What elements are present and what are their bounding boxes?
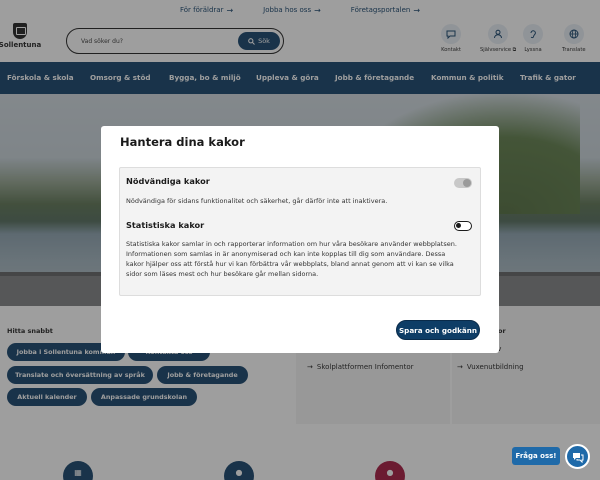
chat-button[interactable]: Fråga oss! (512, 447, 560, 465)
statistics-cookies-heading: Statistiska kakor (126, 220, 205, 230)
necessary-cookies-toggle (454, 178, 472, 188)
necessary-cookies-text: Nödvändiga för sidans funktionalitet och… (126, 197, 388, 205)
necessary-cookies-heading: Nödvändiga kakor (126, 176, 210, 186)
chat-widget-icon[interactable] (565, 444, 590, 469)
statistics-cookies-text: Statistiska kakor samlar in och rapporte… (126, 240, 457, 278)
cookie-settings-box: Nödvändiga kakor Nödvändiga för sidans f… (119, 167, 481, 296)
save-and-accept-button[interactable]: Spara och godkänn (396, 320, 480, 340)
statistics-cookies-toggle[interactable] (454, 221, 472, 231)
cookie-modal: Hantera dina kakor Nödvändiga kakor Nödv… (101, 126, 499, 353)
modal-title: Hantera dina kakor (120, 135, 245, 149)
